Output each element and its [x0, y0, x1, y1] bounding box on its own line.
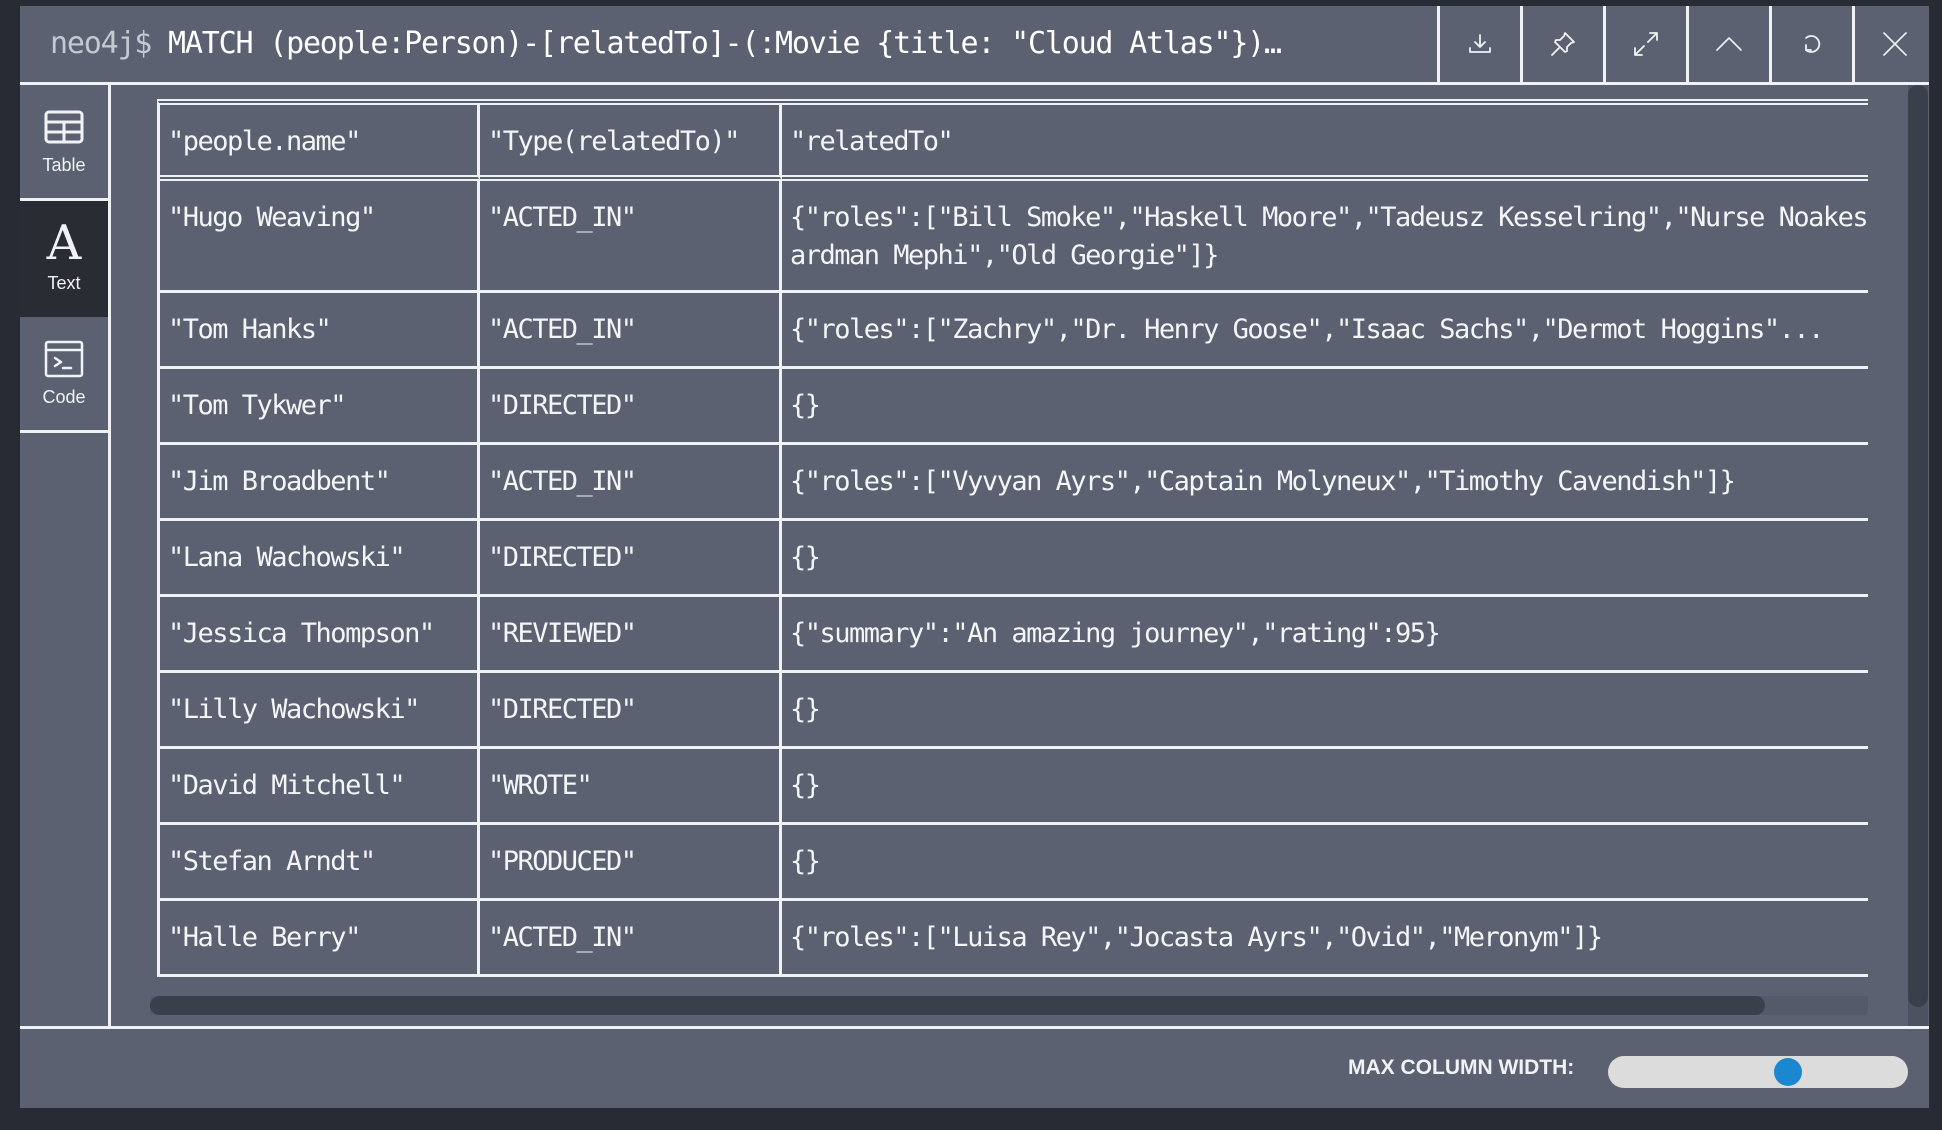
- cell-people-name: "Tom Tykwer": [160, 369, 480, 445]
- close-button[interactable]: [1852, 6, 1935, 82]
- cell-people-name: "David Mitchell": [160, 749, 480, 825]
- sidebar-item-table[interactable]: Table: [20, 85, 108, 201]
- cell-people-name: "Tom Hanks": [160, 293, 480, 369]
- cell-related-to: {}: [782, 369, 1868, 445]
- cell-relationship-type: "DIRECTED": [480, 369, 782, 445]
- vertical-scrollbar[interactable]: [1908, 85, 1928, 1026]
- table-row: "Hugo Weaving" "ACTED_IN" {"roles":["Bill …: [160, 181, 1868, 293]
- column-header: "Type(relatedTo)": [480, 105, 782, 181]
- cell-people-name: "Lana Wachowski": [160, 521, 480, 597]
- cell-relationship-type: "PRODUCED": [480, 825, 782, 901]
- header-buttons: [1437, 6, 1935, 82]
- frame-footer: MAX COLUMN WIDTH:: [20, 1026, 1929, 1111]
- table-icon: [44, 110, 84, 144]
- fullscreen-button[interactable]: [1603, 6, 1686, 82]
- table-row: "Jessica Thompson" "REVIEWED" {"summary":"…: [160, 597, 1868, 673]
- close-icon: [1883, 32, 1907, 56]
- horizontal-scrollbar[interactable]: [150, 996, 1868, 1015]
- rerun-button[interactable]: [1769, 6, 1852, 82]
- cell-related-to: {"roles":["Zachry","Dr. Henry Goose","Is…: [782, 293, 1868, 369]
- table-row: "Lana Wachowski" "DIRECTED"{}: [160, 521, 1868, 597]
- max-column-width-slider[interactable]: [1608, 1056, 1908, 1088]
- cell-relationship-type: "ACTED_IN": [480, 901, 782, 977]
- sidebar-item-label: Text: [47, 273, 81, 293]
- cell-people-name: "Hugo Weaving": [160, 181, 480, 293]
- query-text: MATCH (people:Person)-[relatedTo]-(:Movi…: [168, 26, 1282, 61]
- cell-people-name: "Lilly Wachowski": [160, 673, 480, 749]
- chevron-up-icon: [1716, 37, 1742, 51]
- slider-knob[interactable]: [1774, 1058, 1802, 1086]
- table-row: "Tom Tykwer" "DIRECTED"{}: [160, 369, 1868, 445]
- expand-icon: [1634, 32, 1658, 56]
- text-icon: A: [46, 215, 82, 271]
- cell-related-to: {}: [782, 521, 1868, 597]
- cell-people-name: "Jessica Thompson": [160, 597, 480, 673]
- download-icon: [1469, 34, 1491, 53]
- sidebar-item-label: Code: [42, 387, 86, 407]
- table-row: "Halle Berry" "ACTED_IN" {"roles":["Luisa …: [160, 901, 1868, 977]
- table-row: "Lilly Wachowski" "DIRECTED"{}: [160, 673, 1868, 749]
- cell-related-to: {}: [782, 825, 1868, 901]
- download-button[interactable]: [1437, 6, 1520, 82]
- cell-relationship-type: "ACTED_IN": [480, 293, 782, 369]
- cell-people-name: "Halle Berry": [160, 901, 480, 977]
- cell-related-to: {}: [782, 749, 1868, 825]
- cell-related-to: {"roles":["Bill Smoke","Haskell Moore","…: [782, 181, 1868, 293]
- query-title[interactable]: neo4j$ MATCH (people:Person)-[relatedTo]…: [50, 6, 1430, 82]
- cell-relationship-type: "REVIEWED": [480, 597, 782, 673]
- cell-relationship-type: "DIRECTED": [480, 673, 782, 749]
- code-icon: [44, 340, 84, 378]
- table-row: "Tom Hanks" "ACTED_IN" {"roles":["Zachry",…: [160, 293, 1868, 369]
- cell-related-to: {"roles":["Luisa Rey","Jocasta Ayrs","Ov…: [782, 901, 1868, 977]
- cell-relationship-type: "ACTED_IN": [480, 445, 782, 521]
- cell-people-name: "Stefan Arndt": [160, 825, 480, 901]
- table-row: "David Mitchell" "WROTE"{}: [160, 749, 1868, 825]
- cell-relationship-type: "ACTED_IN": [480, 181, 782, 293]
- frame-header: neo4j$ MATCH (people:Person)-[relatedTo]…: [20, 6, 1929, 85]
- column-header: "people.name": [160, 105, 480, 181]
- cell-related-to: {}: [782, 673, 1868, 749]
- result-frame: neo4j$ MATCH (people:Person)-[relatedTo]…: [20, 6, 1929, 1108]
- result-text-table: "people.name" "Type(relatedTo)" "related…: [157, 99, 1868, 991]
- collapse-button[interactable]: [1686, 6, 1769, 82]
- view-sidebar: Table A Text Code: [20, 85, 111, 1026]
- vertical-scrollbar-thumb[interactable]: [1908, 85, 1928, 1008]
- refresh-icon: [1805, 35, 1821, 53]
- table-row: "Stefan Arndt" "PRODUCED"{}: [160, 825, 1868, 901]
- pin-button[interactable]: [1520, 6, 1603, 82]
- cell-people-name: "Jim Broadbent": [160, 445, 480, 521]
- sidebar-item-label: Table: [42, 155, 86, 175]
- results-table: "people.name" "Type(relatedTo)" "related…: [157, 99, 1868, 977]
- prompt-label: neo4j$: [50, 26, 152, 61]
- table-row: "Jim Broadbent" "ACTED_IN" {"roles":["Vyvy…: [160, 445, 1868, 521]
- max-column-width-label: MAX COLUMN WIDTH:: [1348, 1056, 1575, 1079]
- cell-related-to: {"roles":["Vyvyan Ayrs","Captain Molyneu…: [782, 445, 1868, 521]
- pin-icon: [1551, 32, 1575, 56]
- sidebar-item-text[interactable]: A Text: [20, 201, 108, 317]
- cell-relationship-type: "WROTE": [480, 749, 782, 825]
- table-header-row: "people.name" "Type(relatedTo)" "related…: [160, 105, 1868, 181]
- sidebar-item-code[interactable]: Code: [20, 317, 108, 433]
- cell-relationship-type: "DIRECTED": [480, 521, 782, 597]
- column-header: "relatedTo": [782, 105, 1868, 181]
- horizontal-scrollbar-thumb[interactable]: [150, 996, 1765, 1015]
- cell-related-to: {"summary":"An amazing journey","rating"…: [782, 597, 1868, 673]
